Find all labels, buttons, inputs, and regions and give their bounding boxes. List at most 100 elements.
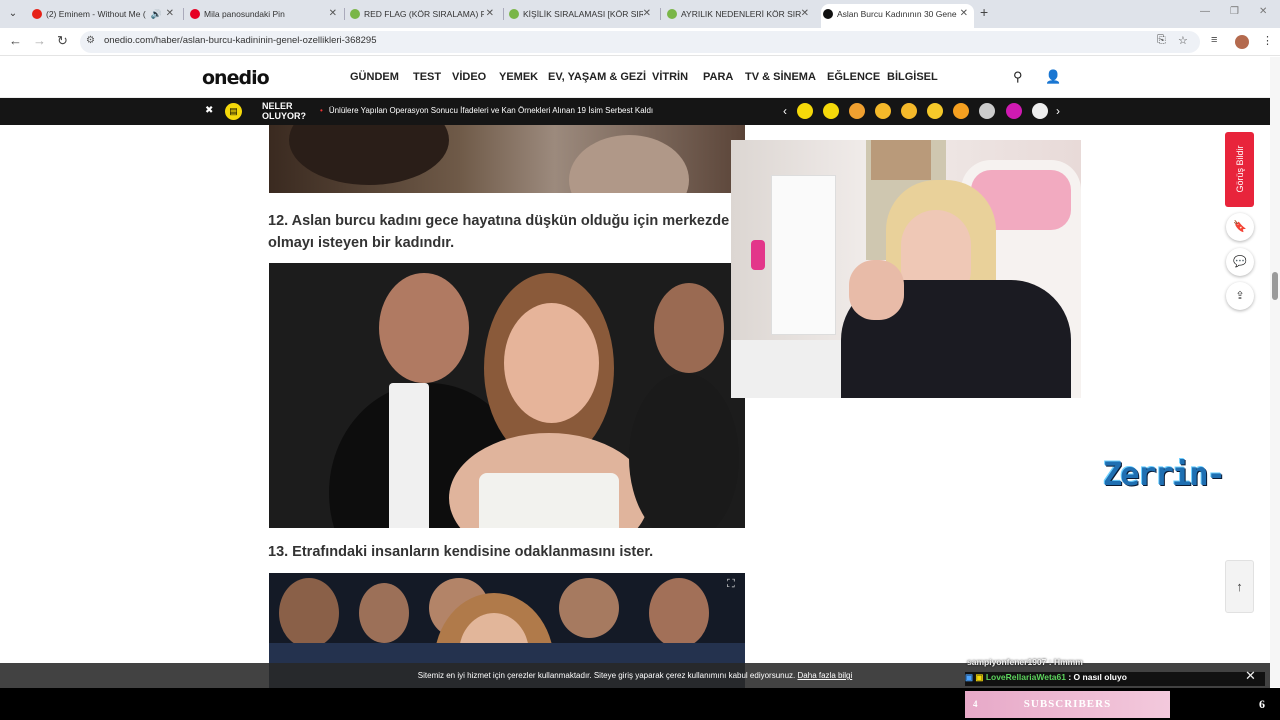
minimize-icon[interactable]: — [1200, 6, 1210, 17]
tab-title: Mila panosundaki Pin [204, 9, 285, 19]
image-shape [389, 383, 429, 528]
image-shape [504, 303, 599, 423]
plus-badge-icon[interactable] [1032, 103, 1048, 119]
menu-eglence[interactable]: EĞLENCE [827, 71, 880, 83]
menu-tv-sinema[interactable]: TV & SİNEMA [745, 71, 816, 83]
apps-icon[interactable]: ✖ [205, 105, 213, 116]
menu-para[interactable]: PARA [703, 71, 733, 83]
wow-emoji-icon[interactable] [797, 103, 813, 119]
menu-yemek[interactable]: YEMEK [499, 71, 538, 83]
ball-emoji-icon[interactable] [979, 103, 995, 119]
bookmark-star-icon[interactable]: ☆ [1178, 34, 1188, 47]
pink-badge-icon[interactable] [1006, 103, 1022, 119]
tab-red-flag[interactable]: RED FLAG (KÖR SIRALAMA) PA ✕ [348, 4, 500, 28]
restore-icon[interactable]: ❐ [1230, 6, 1239, 17]
tab-aslan-burcu[interactable]: Aslan Burcu Kadınının 30 Genel ✕ [821, 4, 974, 28]
laugh-emoji-icon[interactable] [927, 103, 943, 119]
chevron-left-icon[interactable]: ‹ [783, 104, 787, 118]
article-image-11 [269, 125, 745, 193]
scroll-to-top-button[interactable]: ↑ [1225, 560, 1254, 613]
menu-bilgisel[interactable]: BİLGİSEL [887, 71, 938, 83]
site-logo[interactable]: onedio [202, 67, 270, 89]
close-icon[interactable]: ✕ [1245, 668, 1256, 684]
save-bookmark-icon[interactable]: 🔖 [1226, 213, 1254, 241]
tab-separator [344, 8, 345, 20]
tab-separator [183, 8, 184, 20]
close-window-icon[interactable]: ✕ [1259, 6, 1267, 17]
image-shape [629, 373, 739, 528]
subs-goal: 6 [1259, 697, 1265, 711]
chat-text: : O nasıl oluyo [1068, 672, 1127, 682]
profile-avatar[interactable] [1235, 35, 1249, 49]
menu-vitrin[interactable]: VİTRİN [652, 71, 688, 83]
reload-icon[interactable]: ↻ [57, 34, 68, 48]
chat-message: ▣ ▣ LoveRellariaWeta61 : O nasıl oluyo [965, 672, 1265, 686]
menu-video[interactable]: VİDEO [452, 71, 486, 83]
url-text[interactable]: onedio.com/haber/aslan-burcu-kadininin-g… [104, 35, 377, 46]
tab-eminem[interactable]: (2) Eminem - Without Me ( 🔊 ✕ [30, 4, 180, 28]
tab-separator [660, 8, 661, 20]
tierlist-icon [509, 9, 519, 19]
badge-emoji-icon[interactable] [953, 103, 969, 119]
share-icon[interactable]: ⇪ [1226, 282, 1254, 310]
chat-badge-icon: ▣ [975, 672, 984, 682]
image-shape [649, 578, 709, 648]
hand [849, 260, 904, 320]
scrollbar-thumb[interactable] [1272, 272, 1278, 300]
speaker-icon[interactable]: 🔊 [151, 4, 162, 24]
site-header: onedio GÜNDEM TEST VİDEO YEMEK EV, YAŞAM… [0, 57, 1270, 98]
back-icon[interactable]: ← [9, 34, 22, 48]
tab-title: KİŞİLİK SIRALAMASI [KÖR SIRA [523, 9, 643, 19]
chat-username: sampiyonfener1907 [967, 657, 1047, 667]
tab-close-icon[interactable]: ✕ [329, 4, 337, 24]
tab-pinterest[interactable]: Mila panosundaki Pin ✕ [188, 4, 343, 28]
image-shape [559, 578, 619, 638]
menu-gundem[interactable]: GÜNDEM [350, 71, 399, 83]
streamer-webcam [731, 140, 1081, 398]
install-icon[interactable]: ⎘ [1157, 34, 1166, 47]
image-shape [569, 135, 689, 193]
reading-list-icon[interactable]: ≡ [1211, 34, 1217, 46]
image-shape [654, 283, 724, 373]
chat-username: LoveRellariaWeta61 [985, 672, 1066, 682]
subscriber-goal-bar: 4 SUBSCRIBERS [965, 691, 1170, 718]
tab-close-icon[interactable]: ✕ [801, 4, 809, 24]
tab-close-icon[interactable]: ✕ [486, 4, 494, 24]
search-icon[interactable]: ⚲ [1013, 69, 1023, 85]
heart-eyes-emoji-icon[interactable] [875, 103, 891, 119]
pink-object [751, 240, 765, 270]
forward-icon[interactable]: → [33, 34, 46, 48]
ticker-headline[interactable]: Ünlülere Yapılan Operasyon Sonucu İfadel… [320, 106, 653, 115]
cookie-more-info-link[interactable]: Daha fazla bilgi [798, 671, 853, 680]
subs-current: 4 [973, 699, 979, 709]
image-shape [359, 583, 409, 643]
drawer-unit [771, 175, 836, 335]
eyes-emoji-icon[interactable] [823, 103, 839, 119]
chevron-right-icon[interactable]: › [1056, 104, 1060, 118]
browser-menu-icon[interactable]: ⋮ [1262, 34, 1273, 47]
tab-close-icon[interactable]: ✕ [166, 4, 174, 24]
emoji-icon[interactable] [849, 103, 865, 119]
pinterest-icon [190, 9, 200, 19]
image-shape [379, 273, 469, 383]
tab-close-icon[interactable]: ✕ [643, 4, 651, 24]
address-bar[interactable]: ⚙ onedio.com/haber/aslan-burcu-kadininin… [80, 31, 1200, 53]
user-icon[interactable]: 👤 [1045, 69, 1061, 85]
page-scrollbar[interactable] [1270, 57, 1280, 687]
site-info-icon[interactable]: ⚙ [86, 35, 95, 46]
comments-icon[interactable]: 💬 [1226, 248, 1254, 276]
tab-close-icon[interactable]: ✕ [960, 4, 968, 24]
tab-search-button[interactable]: ⌄ [4, 5, 22, 23]
image-shape [479, 473, 619, 528]
expand-image-icon[interactable]: ⛶ [727, 578, 735, 591]
feedback-button[interactable]: Görüş Bildir [1225, 132, 1254, 207]
menu-test[interactable]: TEST [413, 71, 441, 83]
menu-ev-yasam-gezi[interactable]: EV, YAŞAM & GEZİ [548, 71, 646, 83]
news-ticker-bar: ✖ ▤ NELER OLUYOR? Ünlülere Yapılan Opera… [0, 98, 1270, 125]
new-tab-button[interactable]: + [980, 4, 988, 20]
tab-title: RED FLAG (KÖR SIRALAMA) PA [364, 9, 484, 19]
tab-kisilik[interactable]: KİŞİLİK SIRALAMASI [KÖR SIRA ✕ [507, 4, 657, 28]
sad-emoji-icon[interactable] [901, 103, 917, 119]
onedio-icon [823, 9, 833, 19]
tab-ayrilik[interactable]: AYRILIK NEDENLERİ KÖR SIRAL ✕ [665, 4, 815, 28]
